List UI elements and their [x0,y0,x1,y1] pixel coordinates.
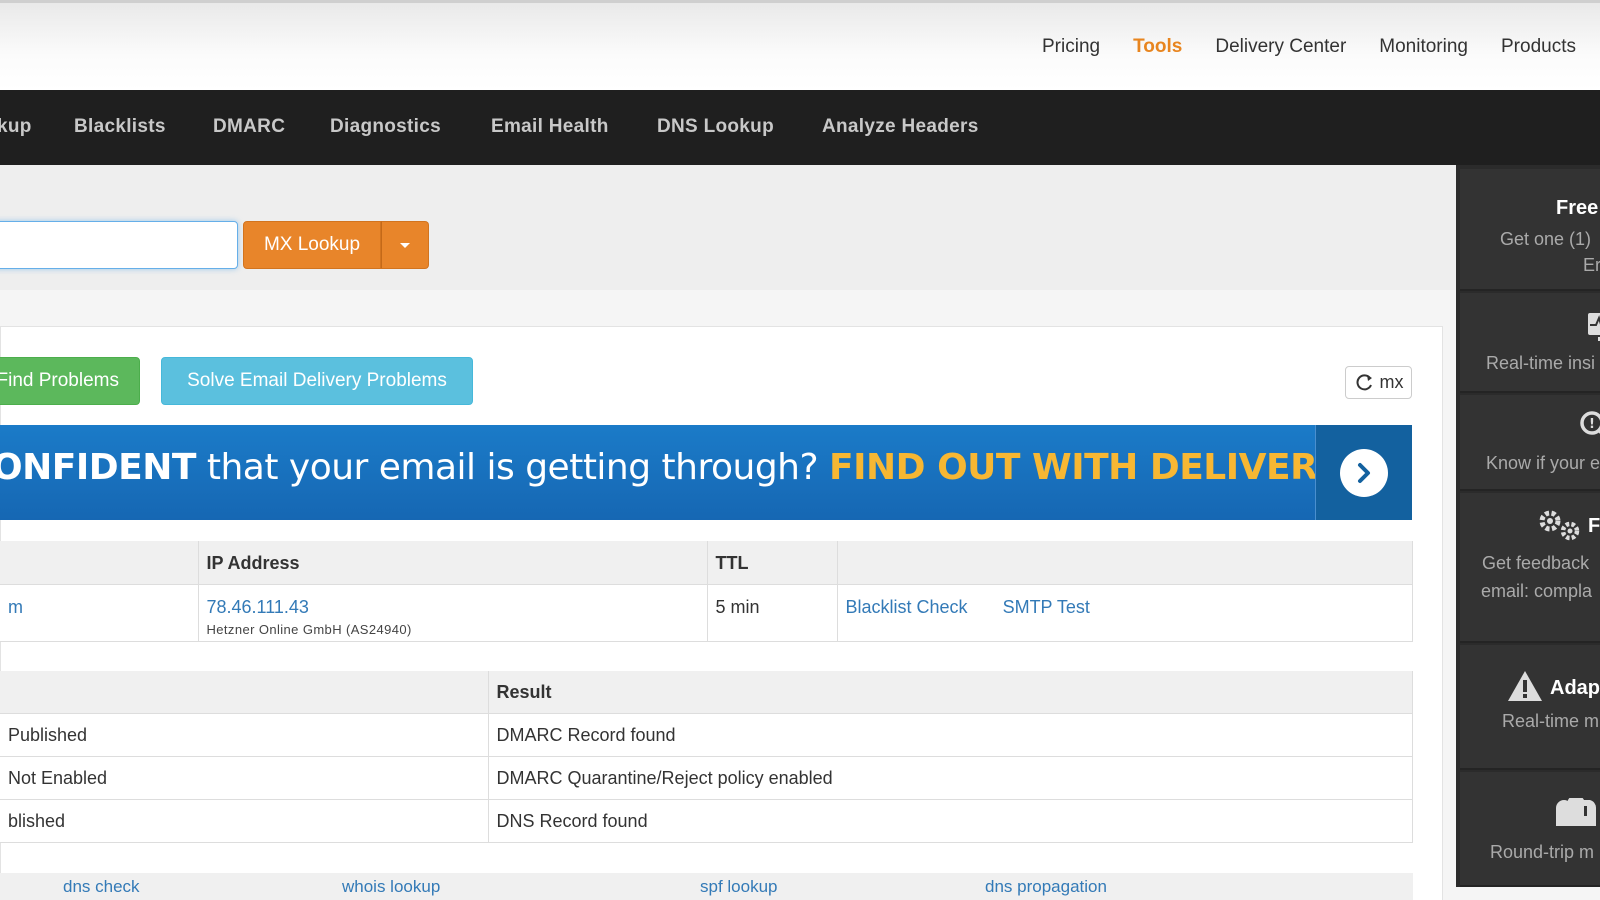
ip-address-link[interactable]: 78.46.111.43 [207,597,309,617]
sidebar-card-adaptive[interactable]: Adap Real-time m [1460,645,1600,770]
table-header-row: Result [0,671,1413,714]
sidebar-card-blacklist[interactable]: ! Know if your e [1460,395,1600,491]
col-header-ttl: TTL [707,541,838,585]
sidebar-card-text: Real-time m [1502,711,1600,731]
test-cell: Published [0,713,489,757]
solve-delivery-problems-button[interactable]: Solve Email Delivery Problems [161,357,473,405]
right-sidebar: Free Get one (1) Er Real-time insi ! Kno… [1456,165,1600,887]
monitor-pulse-icon [1588,313,1600,341]
lookup-type-dropdown[interactable] [381,221,429,269]
sidebar-card-title: Free [1556,197,1599,219]
sidebar-card-text: Real-time insi [1486,353,1596,373]
top-nav-products[interactable]: Products [1501,36,1576,58]
sidebar-card-text: Round-trip m [1490,842,1595,862]
table-header-row: IP Address TTL [0,541,1413,585]
tools-nav-dns-lookup[interactable]: DNS Lookup [657,116,774,138]
ip-owner: Hetzner Online GmbH (AS24940) [206,621,412,637]
col-header-test [0,671,489,714]
top-nav: Pricing Tools Delivery Center Monitoring… [1042,36,1600,58]
hostname-link[interactable]: m [8,597,23,617]
banner-arrow-button[interactable] [1315,425,1412,520]
tools-nav: kup Blacklists DMARC Diagnostics Email H… [0,90,1600,165]
col-header-result: Result [488,671,1413,714]
result-cell: DNS Record found [488,799,1413,843]
table-row: m 78.46.111.43 Hetzner Online GmbH (AS24… [0,584,1413,642]
gears-icon [1539,510,1580,541]
spf-lookup-link[interactable]: spf lookup [700,877,778,897]
mailbox-icon [1556,798,1597,826]
top-header: Pricing Tools Delivery Center Monitoring… [0,0,1600,90]
dmarc-results-table: Result Published DMARC Record found Not … [0,671,1413,843]
chevron-right-icon [1340,448,1388,497]
smtp-test-link[interactable]: SMTP Test [1003,597,1090,617]
sidebar-card-text: email: compla [1481,581,1593,601]
result-cell: DMARC Record found [488,713,1413,757]
tools-nav-email-health[interactable]: Email Health [491,116,609,138]
tools-nav-diagnostics[interactable]: Diagnostics [330,116,441,138]
sidebar-card-round-trip[interactable]: Round-trip m [1460,772,1600,887]
sidebar-card-feedback[interactable]: F Get feedback email: compla [1460,493,1600,643]
caret-down-icon [400,242,410,248]
test-cell: blished [0,799,489,843]
banner-text: ONFIDENT that your email is getting thro… [0,447,1412,488]
related-tools-links: dns check whois lookup spf lookup dns pr… [0,873,1413,900]
dns-check-link[interactable]: dns check [63,877,140,897]
test-cell: Not Enabled [0,756,489,800]
tools-nav-dmarc[interactable]: DMARC [213,116,285,138]
search-warning-icon: ! [1580,411,1600,435]
tools-nav-blacklists[interactable]: Blacklists [74,116,166,138]
table-row: Not Enabled DMARC Quarantine/Reject poli… [0,756,1413,800]
top-nav-monitoring[interactable]: Monitoring [1379,36,1468,58]
col-header-hostname [0,541,199,585]
search-band: MX Lookup [0,165,1456,290]
top-nav-tools[interactable]: Tools [1133,36,1182,58]
top-nav-delivery-center[interactable]: Delivery Center [1215,36,1346,58]
search-input[interactable] [0,221,238,269]
refresh-icon [1356,373,1372,390]
whois-lookup-link[interactable]: whois lookup [342,877,440,897]
mx-lookup-button[interactable]: MX Lookup [243,221,381,269]
mx-records-table: IP Address TTL m 78.46.111.43 Hetzner On… [0,541,1413,642]
sidebar-card-text: Get feedback [1482,553,1590,573]
result-cell: DMARC Quarantine/Reject policy enabled [488,756,1413,800]
top-nav-pricing[interactable]: Pricing [1042,36,1100,58]
warning-icon [1508,671,1542,701]
tools-nav-mx-lookup[interactable]: kup [0,116,32,138]
sidebar-card-monitoring[interactable]: Real-time insi [1460,293,1600,393]
sidebar-card-title: Adap [1550,677,1600,699]
col-header-actions [837,541,1413,585]
tools-nav-analyze-headers[interactable]: Analyze Headers [822,116,979,138]
table-row: Published DMARC Record found [0,713,1413,757]
blacklist-check-link[interactable]: Blacklist Check [846,597,968,617]
dns-propagation-link[interactable]: dns propagation [985,877,1107,897]
sidebar-card-text: Know if your e [1486,453,1600,473]
delivery-center-banner[interactable]: ONFIDENT that your email is getting thro… [0,425,1412,520]
refresh-label: mx [1379,372,1404,392]
sidebar-card-text: Get one (1) [1500,229,1592,249]
col-header-ip-address: IP Address [198,541,708,585]
refresh-button[interactable]: mx [1345,366,1412,399]
svg-text:!: ! [1589,417,1595,432]
sidebar-card-free[interactable]: Free Get one (1) Er [1460,169,1600,291]
ttl-value: 5 min [707,584,838,642]
sidebar-card-title: F [1588,515,1600,537]
table-row: blished DNS Record found [0,799,1413,843]
find-problems-button[interactable]: Find Problems [0,357,140,405]
sidebar-card-text: Er [1583,255,1600,275]
